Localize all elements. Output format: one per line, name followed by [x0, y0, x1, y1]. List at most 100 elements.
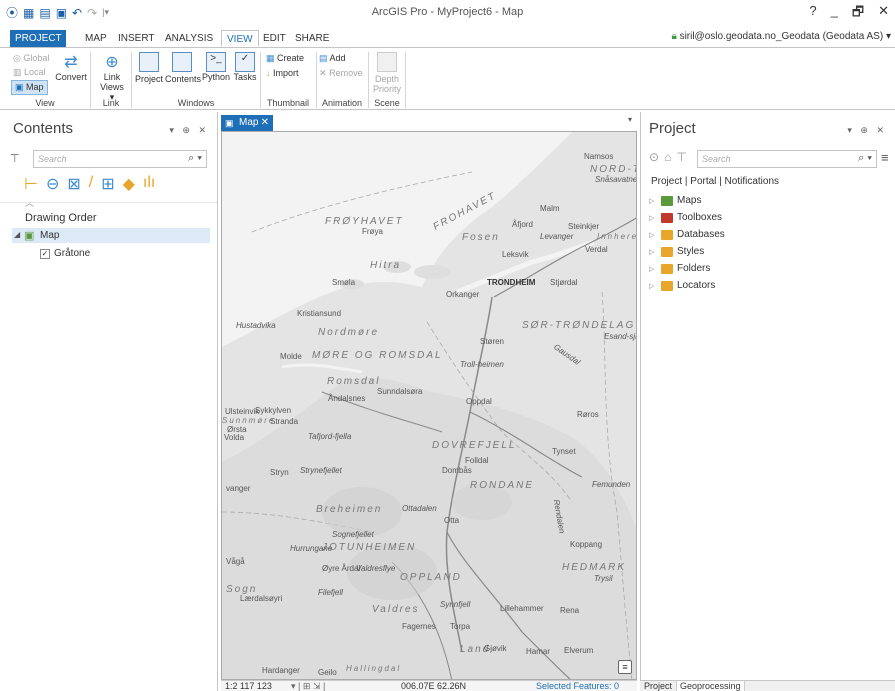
layer-tree-item[interactable]: ✓ Gråtone [40, 248, 90, 259]
search-icon[interactable]: ⌕ ▾ [188, 152, 202, 165]
map-label: Hustadvika [236, 321, 276, 330]
project-search-input[interactable]: Search ⌕ ▾ [697, 150, 877, 168]
expand-icon[interactable]: ▷ [649, 265, 657, 273]
charts-icon[interactable]: ılı [143, 174, 155, 194]
add-animation-button[interactable]: ▤ Add [319, 53, 346, 64]
map-tree-item[interactable]: ◢ ▣ Map [12, 228, 210, 243]
tab-dropdown-icon[interactable]: ▾ [628, 115, 632, 124]
expand-icon[interactable]: ◢ [14, 230, 20, 239]
tasks-window-button[interactable]: ✓ Tasks [233, 52, 257, 82]
local-button[interactable]: ▥ Local [13, 67, 46, 78]
tab-analysis[interactable]: ANALYSIS [160, 30, 218, 47]
help-button[interactable]: ? [809, 3, 816, 25]
tree-item-styles[interactable]: ▷ Styles [649, 246, 704, 257]
map-label: Elverum [564, 646, 594, 655]
expand-icon[interactable]: ▷ [649, 282, 657, 290]
project-pane: Project ▾ ⊕ ✕ ⊙ ⌂ ⊤ Search ⌕ ▾ ≡ Project… [640, 112, 895, 691]
map-label: MØRE OG ROMSDAL [312, 350, 443, 361]
tab-geoprocessing[interactable]: Geoprocessing [676, 681, 745, 691]
remove-animation-button[interactable]: ✕ Remove [319, 68, 363, 79]
python-icon: >_ [206, 52, 226, 72]
map-label: Sykkylven [255, 406, 292, 415]
map-label: Synnfjell [440, 600, 471, 609]
locator-icon [661, 280, 673, 291]
map-label: Oppdal [466, 397, 492, 406]
signed-in-user[interactable]: 🔒︎ siril@oslo.geodata.no_Geodata (Geodat… [671, 31, 891, 42]
expand-icon[interactable]: ▷ [649, 214, 657, 222]
depth-priority-button[interactable]: Depth Priority [372, 52, 402, 94]
global-button[interactable]: ◎ Global [13, 53, 49, 64]
map-label: Torpa [450, 622, 471, 631]
create-thumbnail-button[interactable]: ▦ Create [266, 53, 304, 64]
import-thumbnail-button[interactable]: ↓ Import [266, 68, 299, 78]
map-view-tab[interactable]: ▣ Map ✕ [221, 115, 273, 131]
map-label: Ottadalen [402, 504, 437, 513]
map-label: Volda [224, 433, 245, 442]
pane-controls[interactable]: ▾ ⊕ ✕ [169, 125, 209, 136]
map-canvas[interactable]: Namsos NORD-TRØ Snåsavatnet FRØYHAVET FR… [221, 131, 637, 680]
data-source-icon[interactable]: ⊖ [46, 174, 59, 194]
ribbon-divider [260, 52, 261, 108]
tab-edit[interactable]: EDIT [258, 30, 291, 47]
layer-visibility-checkbox[interactable]: ✓ [40, 248, 50, 259]
selection-icon[interactable]: ⊠ [67, 174, 80, 194]
contents-search-input[interactable]: Search ⌕ ▾ [33, 150, 207, 168]
expand-icon[interactable]: ▷ [649, 231, 657, 239]
map-label: Filefjell [318, 588, 343, 597]
tree-item-toolboxes[interactable]: ▷ Toolboxes [649, 212, 722, 223]
tab-project-pane[interactable]: Project [644, 681, 672, 691]
tab-share[interactable]: SHARE [290, 30, 334, 47]
editing-icon[interactable]: / [89, 174, 93, 194]
minimize-button[interactable]: _ [831, 3, 838, 25]
menu-icon[interactable]: ≡ [881, 150, 889, 165]
tab-project[interactable]: PROJECT [10, 30, 66, 47]
map-label: Breheimen [316, 504, 383, 515]
map-label: Esand-sjøen [604, 332, 636, 341]
labeling-icon[interactable]: ◆ [123, 174, 135, 194]
tree-item-folders[interactable]: ▷ Folders [649, 263, 710, 274]
map-label: OPPLAND [400, 572, 462, 583]
filter-icon[interactable]: ⊤ [676, 150, 686, 164]
map-icon: ▣ [15, 82, 24, 92]
restore-button[interactable]: 🗗 [852, 3, 864, 25]
back-icon[interactable]: ⊙ [649, 150, 659, 164]
window-title: ArcGIS Pro - MyProject6 - Map [371, 6, 524, 18]
map-label: Strynefjellet [300, 466, 342, 475]
toolbox-icon [661, 212, 673, 223]
expand-icon[interactable]: ▷ [649, 248, 657, 256]
map-label: Sognefjellet [332, 530, 374, 539]
selected-features[interactable]: Selected Features: 0 [536, 681, 619, 691]
snapping-icon[interactable]: ⊞ [101, 174, 114, 194]
tab-insert[interactable]: INSERT [113, 30, 160, 47]
map-label: Dombås [442, 466, 472, 475]
close-tab-icon[interactable]: ✕ [261, 115, 269, 131]
tree-item-databases[interactable]: ▷ Databases [649, 229, 725, 240]
project-window-button[interactable]: Project [135, 52, 163, 84]
convert-button[interactable]: ⇄ Convert [54, 52, 88, 82]
scale-dropdown-icon[interactable]: ▾ | ⊞ ⇲ | [291, 681, 325, 691]
link-views-button[interactable]: ⊕ Link Views ▾ [97, 52, 127, 103]
close-button[interactable]: ✕ [878, 3, 889, 25]
group-label-link: Link [102, 98, 120, 108]
tree-item-maps[interactable]: ▷ Maps [649, 195, 701, 206]
tab-map[interactable]: MAP [80, 30, 112, 47]
home-icon[interactable]: ⌂ [664, 150, 671, 164]
contents-window-button[interactable]: Contents [165, 52, 201, 84]
tab-view[interactable]: VIEW [221, 30, 259, 47]
search-icon[interactable]: ⌕ ▾ [858, 152, 872, 165]
pane-controls[interactable]: ▾ ⊕ ✕ [847, 125, 887, 136]
filter-icon[interactable]: ⊤ [10, 152, 20, 165]
catalog-tabs[interactable]: Project | Portal | Notifications [651, 176, 779, 187]
map-label: Frøya [362, 227, 383, 236]
map-status-bar: 1:2 117 123 ▾ | ⊞ ⇲ | 006.07E 62.26N Sel… [221, 680, 637, 691]
scale-selector[interactable]: 1:2 117 123 [225, 681, 272, 691]
map-button[interactable]: ▣ Map [11, 80, 48, 95]
python-window-button[interactable]: >_ Python [201, 52, 231, 82]
notes-icon[interactable]: ≡ [618, 660, 632, 674]
title-bar: ⦿ ▦ ▤ ▣ ↶ ↷ |▾ ArcGIS Pro - MyProject6 -… [0, 0, 895, 24]
tree-item-locators[interactable]: ▷ Locators [649, 280, 715, 291]
expand-icon[interactable]: ▷ [649, 197, 657, 205]
depth-priority-icon [377, 52, 397, 72]
drawing-order-icon[interactable]: ⊢ [24, 174, 38, 194]
map-label: Innheret [597, 232, 636, 241]
